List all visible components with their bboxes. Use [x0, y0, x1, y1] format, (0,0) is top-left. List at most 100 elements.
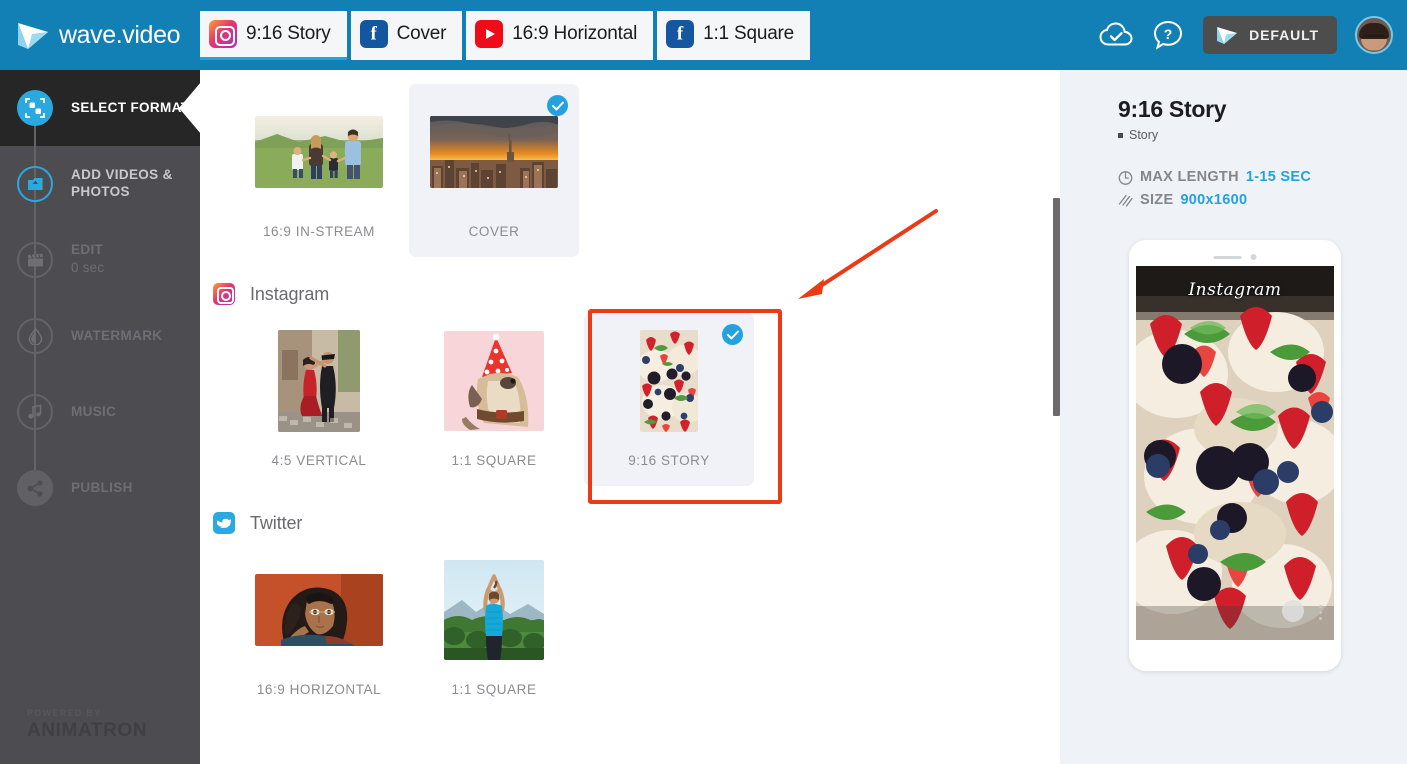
youtube-icon	[475, 20, 503, 48]
main-scrollbar-track[interactable]	[1052, 70, 1060, 764]
brand-logo[interactable]: wave.video	[0, 0, 200, 70]
tab-label: 1:1 Square	[703, 23, 794, 45]
dimensions-icon	[1118, 193, 1133, 208]
max-length-value: 1-15 SEC	[1246, 169, 1311, 185]
tab-9-16-story[interactable]: 9:16 Story	[200, 11, 347, 60]
bullet-square-icon	[1118, 133, 1123, 138]
sidebar-item-label: WATERMARK	[71, 328, 162, 345]
sidebar-item-label: MUSIC	[71, 404, 116, 421]
instagram-icon	[209, 20, 237, 48]
animatron-wordmark: ANIMATRON	[27, 720, 147, 742]
panel-title: 9:16 Story	[1118, 96, 1407, 123]
tab-1-1-square[interactable]: 1:1 Square	[657, 11, 810, 60]
format-card-label: 4:5 VERTICAL	[272, 453, 367, 468]
format-card-9-16-story[interactable]: 9:16 STORY	[584, 313, 754, 486]
selected-check-icon	[547, 95, 568, 116]
sidebar-item-label: SELECT FORMATS	[71, 100, 199, 117]
workflow-steps: SELECT FORMATS ADD VIDEOS & PHOTOS	[0, 70, 200, 526]
size-value: 900x1600	[1180, 192, 1247, 208]
play-icon	[1216, 25, 1238, 45]
default-profile-button[interactable]: DEFAULT	[1203, 16, 1337, 54]
wave-play-logo-icon	[16, 19, 50, 51]
sidebar-item-publish[interactable]: PUBLISH	[0, 450, 200, 526]
share-icon	[17, 470, 53, 506]
format-tabs: 9:16 Story Cover 16:9 Horizontal 1:1 Squ…	[200, 0, 810, 70]
panel-subtitle-row: Story	[1118, 128, 1407, 142]
kebab-menu-icon[interactable]	[1319, 605, 1322, 620]
record-button[interactable]	[1282, 600, 1304, 622]
twitter-format-row: 16:9 HORIZONTAL	[200, 536, 1060, 715]
default-button-label: DEFAULT	[1249, 27, 1319, 43]
help-question-icon[interactable]: ?	[1151, 18, 1185, 52]
instagram-watermark: Instagram	[1136, 280, 1334, 300]
phone-preview-mockup: Instagram	[1129, 240, 1341, 671]
tab-label: Cover	[397, 23, 447, 45]
sidebar-item-music[interactable]: MUSIC	[0, 374, 200, 450]
sidebar-item-sublabel: 0 sec	[71, 260, 104, 275]
cloud-check-icon[interactable]	[1099, 18, 1133, 52]
size-label: SIZE	[1140, 192, 1173, 208]
format-card-label: 16:9 IN-STREAM	[263, 224, 375, 239]
panel-subtitle: Story	[1129, 128, 1158, 142]
formats-icon	[17, 90, 53, 126]
header-actions: ? DEFAULT	[1099, 16, 1407, 54]
panel-metadata: MAX LENGTH 1-15 SEC SIZE 900x1600	[1118, 169, 1407, 208]
thumbnail-wrap	[234, 327, 404, 435]
clock-icon	[1118, 170, 1133, 185]
tango-dancers-photo	[278, 330, 360, 432]
format-card-1-1-square-instagram[interactable]: 1:1 SQUARE	[409, 313, 579, 486]
sidebar-item-label: EDIT	[71, 242, 104, 259]
format-card-16-9-in-stream[interactable]: 16:9 IN-STREAM	[234, 84, 404, 257]
sidebar-item-add-videos-photos[interactable]: ADD VIDEOS & PHOTOS	[0, 146, 200, 222]
tab-16-9-horizontal[interactable]: 16:9 Horizontal	[466, 11, 653, 60]
thumbnail-wrap	[234, 98, 404, 206]
format-card-cover[interactable]: COVER	[409, 84, 579, 257]
format-card-label: 16:9 HORIZONTAL	[257, 682, 381, 697]
format-card-4-5-vertical[interactable]: 4:5 VERTICAL	[234, 313, 404, 486]
phone-speaker	[1214, 254, 1257, 260]
powered-by-label: POWERED BY	[27, 708, 147, 718]
selected-check-icon	[722, 324, 743, 345]
workflow-sidebar: SELECT FORMATS ADD VIDEOS & PHOTOS	[0, 70, 200, 764]
clapperboard-icon	[17, 242, 53, 278]
format-card-16-9-horizontal-twitter[interactable]: 16:9 HORIZONTAL	[234, 542, 404, 715]
section-title: Instagram	[250, 284, 329, 305]
max-length-label: MAX LENGTH	[1140, 169, 1239, 185]
format-card-1-1-square-twitter[interactable]: 1:1 SQUARE	[409, 542, 579, 715]
twitter-icon	[213, 512, 235, 534]
pug-party-hat-photo	[444, 331, 544, 431]
powered-by-block: POWERED BY ANIMATRON	[27, 708, 147, 742]
instagram-icon	[213, 283, 235, 305]
formats-content: 16:9 IN-STREAM	[200, 70, 1060, 764]
yoga-woman-photo	[444, 560, 544, 660]
format-card-label: 1:1 SQUARE	[451, 453, 536, 468]
brand-name: wave.video	[59, 21, 180, 50]
media-icon	[17, 166, 53, 202]
music-note-icon	[17, 394, 53, 430]
main-scrollbar-thumb[interactable]	[1053, 198, 1060, 416]
max-length-row: MAX LENGTH 1-15 SEC	[1118, 169, 1407, 185]
facebook-icon	[360, 20, 388, 48]
sidebar-item-select-formats[interactable]: SELECT FORMATS	[0, 70, 200, 146]
tab-label: 9:16 Story	[246, 23, 331, 45]
section-header-instagram: Instagram	[200, 283, 1060, 305]
sidebar-item-edit[interactable]: EDIT 0 sec	[0, 222, 200, 298]
berry-dessert-photo	[640, 330, 698, 432]
thumbnail-wrap	[409, 556, 579, 664]
sidebar-item-watermark[interactable]: WATERMARK	[0, 298, 200, 374]
berry-dessert-preview-photo	[1136, 266, 1334, 640]
woman-portrait-photo	[255, 574, 383, 646]
sidebar-item-label: ADD VIDEOS & PHOTOS	[71, 167, 200, 201]
size-row: SIZE 900x1600	[1118, 192, 1407, 208]
top-format-row: 16:9 IN-STREAM	[200, 70, 1060, 257]
section-header-twitter: Twitter	[200, 512, 1060, 534]
facebook-icon	[666, 20, 694, 48]
tab-cover[interactable]: Cover	[351, 11, 463, 60]
tab-label: 16:9 Horizontal	[512, 23, 637, 45]
format-card-label: 1:1 SQUARE	[451, 682, 536, 697]
droplet-icon	[17, 318, 53, 354]
phone-preview-screen[interactable]: Instagram	[1136, 266, 1334, 640]
user-avatar[interactable]	[1355, 16, 1393, 54]
app-header: wave.video 9:16 Story Cover 16:9 Horizon…	[0, 0, 1407, 70]
thumbnail-wrap	[234, 556, 404, 664]
